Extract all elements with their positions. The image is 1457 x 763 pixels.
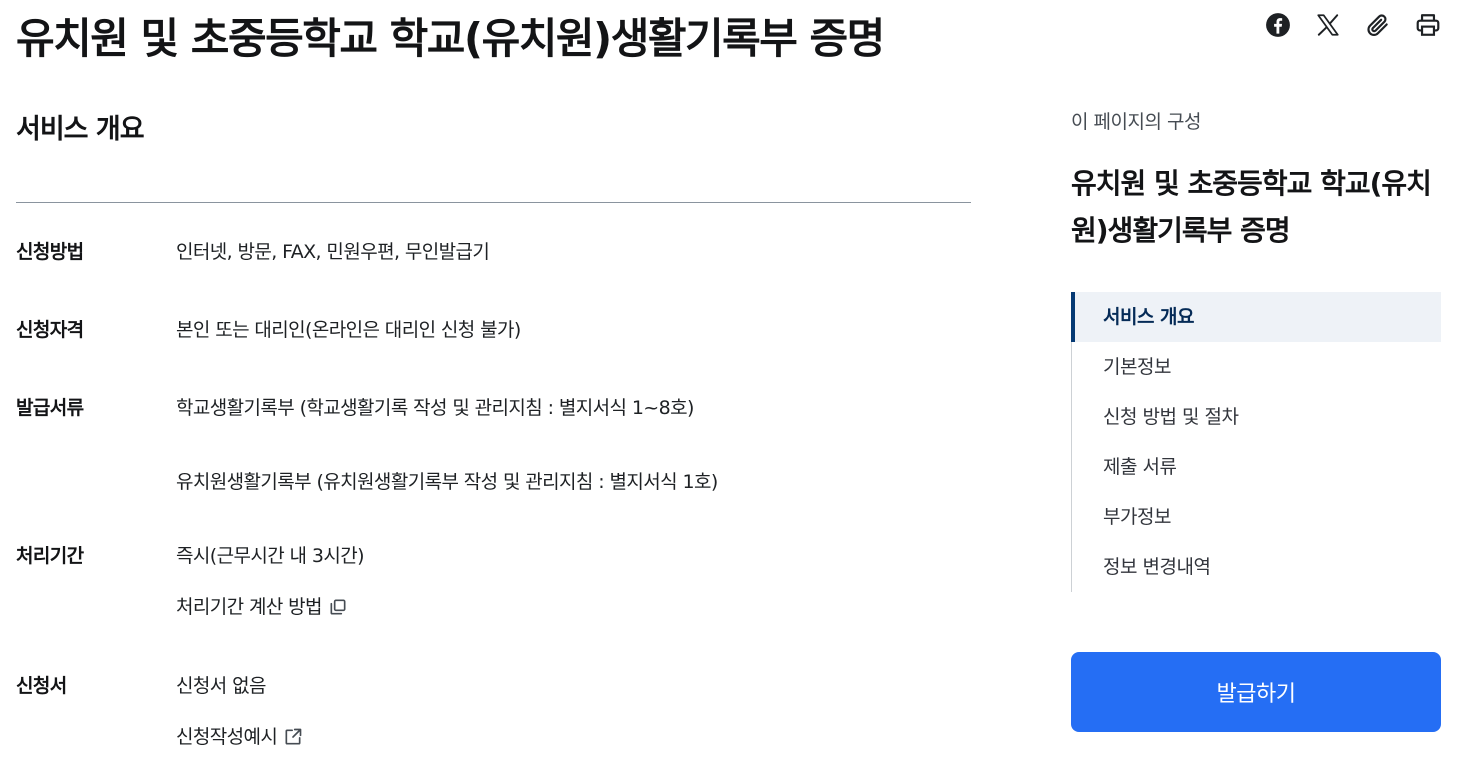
row-label: 신청자격 [16,319,84,341]
toc-item-documents[interactable]: 제출 서류 [1072,442,1441,492]
toc-item-additional-info[interactable]: 부가정보 [1072,492,1441,542]
row-form: 신청서 신청서 없음 신청작성예시 [16,661,971,763]
paperclip-icon[interactable] [1365,12,1391,38]
page-toc: 이 페이지의 구성 유치원 및 초중등학교 학교(유치원)생활기록부 증명 서비… [1071,100,1441,608]
row-value: 즉시(근무시간 내 3시간) [176,545,365,567]
row-value: 유치원생활기록부 (유치원생활기록부 작성 및 관리지침 : 별지서식 1호) [176,471,718,493]
toc-item-apply-method[interactable]: 신청 방법 및 절차 [1072,392,1441,442]
copy-icon [330,599,346,615]
row-period: 처리기간 즉시(근무시간 내 3시간) 처리기간 계산 방법 [16,531,971,661]
row-documents: 발급서류 학교생활기록부 (학교생활기록 작성 및 관리지침 : 별지서식 1~… [16,383,971,531]
form-example-link[interactable]: 신청작성예시 [176,711,303,763]
row-method: 신청방법 인터넷, 방문, FAX, 민원우편, 무인발급기 [16,227,971,305]
row-value: 학교생활기록부 (학교생활기록 작성 및 관리지침 : 별지서식 1~8호) [176,397,694,419]
issue-button[interactable]: 발급하기 [1071,652,1441,732]
toc-item-service-overview[interactable]: 서비스 개요 [1071,292,1441,342]
toc-caption: 이 페이지의 구성 [1071,111,1201,133]
row-qualification: 신청자격 본인 또는 대리인(온라인은 대리인 신청 불가) [16,305,971,383]
section-divider [16,202,971,203]
toc-title: 유치원 및 초중등학교 학교(유치원)생활기록부 증명 [1071,167,1432,247]
row-label: 처리기간 [16,545,84,567]
form-example-link-label: 신청작성예시 [176,726,278,748]
x-icon[interactable] [1315,12,1341,38]
period-calc-link[interactable]: 처리기간 계산 방법 [176,581,348,633]
toc-item-change-history[interactable]: 정보 변경내역 [1072,542,1441,592]
row-label: 신청방법 [16,241,84,263]
printer-icon[interactable] [1415,12,1441,38]
main-content: 서비스 개요 신청방법 인터넷, 방문, FAX, 민원우편, 무인발급기 신청… [16,110,971,763]
overview-table: 신청방법 인터넷, 방문, FAX, 민원우편, 무인발급기 신청자격 본인 또… [16,227,971,763]
row-value: 본인 또는 대리인(온라인은 대리인 신청 불가) [176,319,521,341]
toc-list: 서비스 개요 기본정보 신청 방법 및 절차 제출 서류 부가정보 정보 변경내… [1071,292,1441,592]
row-value: 신청서 없음 [176,675,266,697]
section-title: 서비스 개요 [16,114,145,145]
external-link-icon [285,728,302,745]
page-title: 유치원 및 초중등학교 학교(유치원)생활기록부 증명 [16,14,885,63]
row-value: 인터넷, 방문, FAX, 민원우편, 무인발급기 [176,241,490,263]
period-calc-link-label: 처리기간 계산 방법 [176,596,323,618]
share-toolbar [1265,12,1441,38]
row-label: 신청서 [16,675,67,697]
facebook-icon[interactable] [1265,12,1291,38]
toc-item-basic-info[interactable]: 기본정보 [1072,342,1441,392]
row-label: 발급서류 [16,397,84,419]
